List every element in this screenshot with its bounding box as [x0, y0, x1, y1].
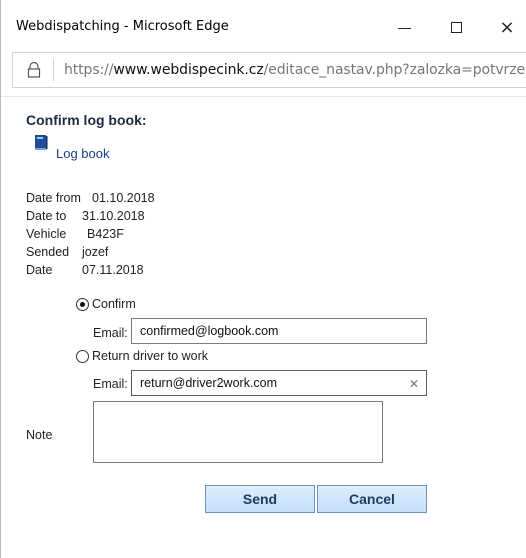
info-value-date-to: 31.10.2018: [82, 209, 145, 223]
window-title: Webdispatching - Microsoft Edge: [16, 19, 229, 34]
info-key-sended: Sended: [26, 245, 70, 259]
maximize-button[interactable]: [442, 13, 472, 43]
url-text[interactable]: https://www.webdispecink.cz/editace_nast…: [64, 62, 525, 78]
return-email-label: Email:: [93, 377, 128, 391]
info-key-date-from: Date from: [26, 191, 81, 205]
info-key-date: Date: [26, 263, 53, 277]
maximize-icon: [451, 22, 462, 33]
minimize-icon: [398, 28, 411, 29]
address-bar[interactable]: https://www.webdispecink.cz/editace_nast…: [12, 52, 526, 88]
close-button[interactable]: ×: [492, 13, 522, 43]
info-key-date-to: Date to: [26, 209, 67, 223]
note-label: Note: [26, 428, 53, 442]
info-value-date-from: 01.10.2018: [92, 191, 155, 205]
info-value-date: 07.11.2018: [82, 263, 144, 277]
confirm-email-label: Email:: [93, 326, 128, 340]
clear-icon[interactable]: ✕: [407, 377, 421, 391]
url-scheme: https://: [64, 62, 114, 78]
close-icon: ×: [499, 17, 515, 38]
address-separator: [53, 59, 54, 81]
url-domain: www.webdispecink.cz: [113, 62, 264, 78]
content-divider: [1, 96, 526, 97]
confirm-email-field[interactable]: [131, 318, 427, 344]
radio-selected-dot: [80, 302, 85, 307]
return-radio[interactable]: [76, 350, 89, 363]
browser-window: Webdispatching - Microsoft Edge × https:…: [0, 0, 526, 558]
cancel-button[interactable]: Cancel: [317, 485, 427, 513]
info-value-sended: jozef: [82, 245, 109, 259]
page-title: Confirm log book:: [26, 112, 147, 128]
send-button[interactable]: Send: [205, 485, 315, 513]
note-textarea[interactable]: [93, 401, 383, 463]
return-email-field[interactable]: [131, 370, 427, 396]
info-key-vehicle: Vehicle: [26, 227, 67, 241]
title-bar: Webdispatching - Microsoft Edge ×: [1, 0, 526, 57]
minimize-button[interactable]: [390, 13, 420, 43]
confirm-radio[interactable]: [76, 298, 89, 311]
info-value-vehicle: B423F: [87, 227, 124, 241]
return-label: Return driver to work: [92, 349, 209, 363]
book-icon[interactable]: [34, 134, 48, 151]
lock-icon: [27, 62, 41, 78]
logbook-link[interactable]: Log book: [56, 146, 110, 161]
url-path: /editace_nastav.php?zalozka=potvrze: [263, 62, 525, 78]
confirm-label: Confirm: [92, 297, 136, 311]
